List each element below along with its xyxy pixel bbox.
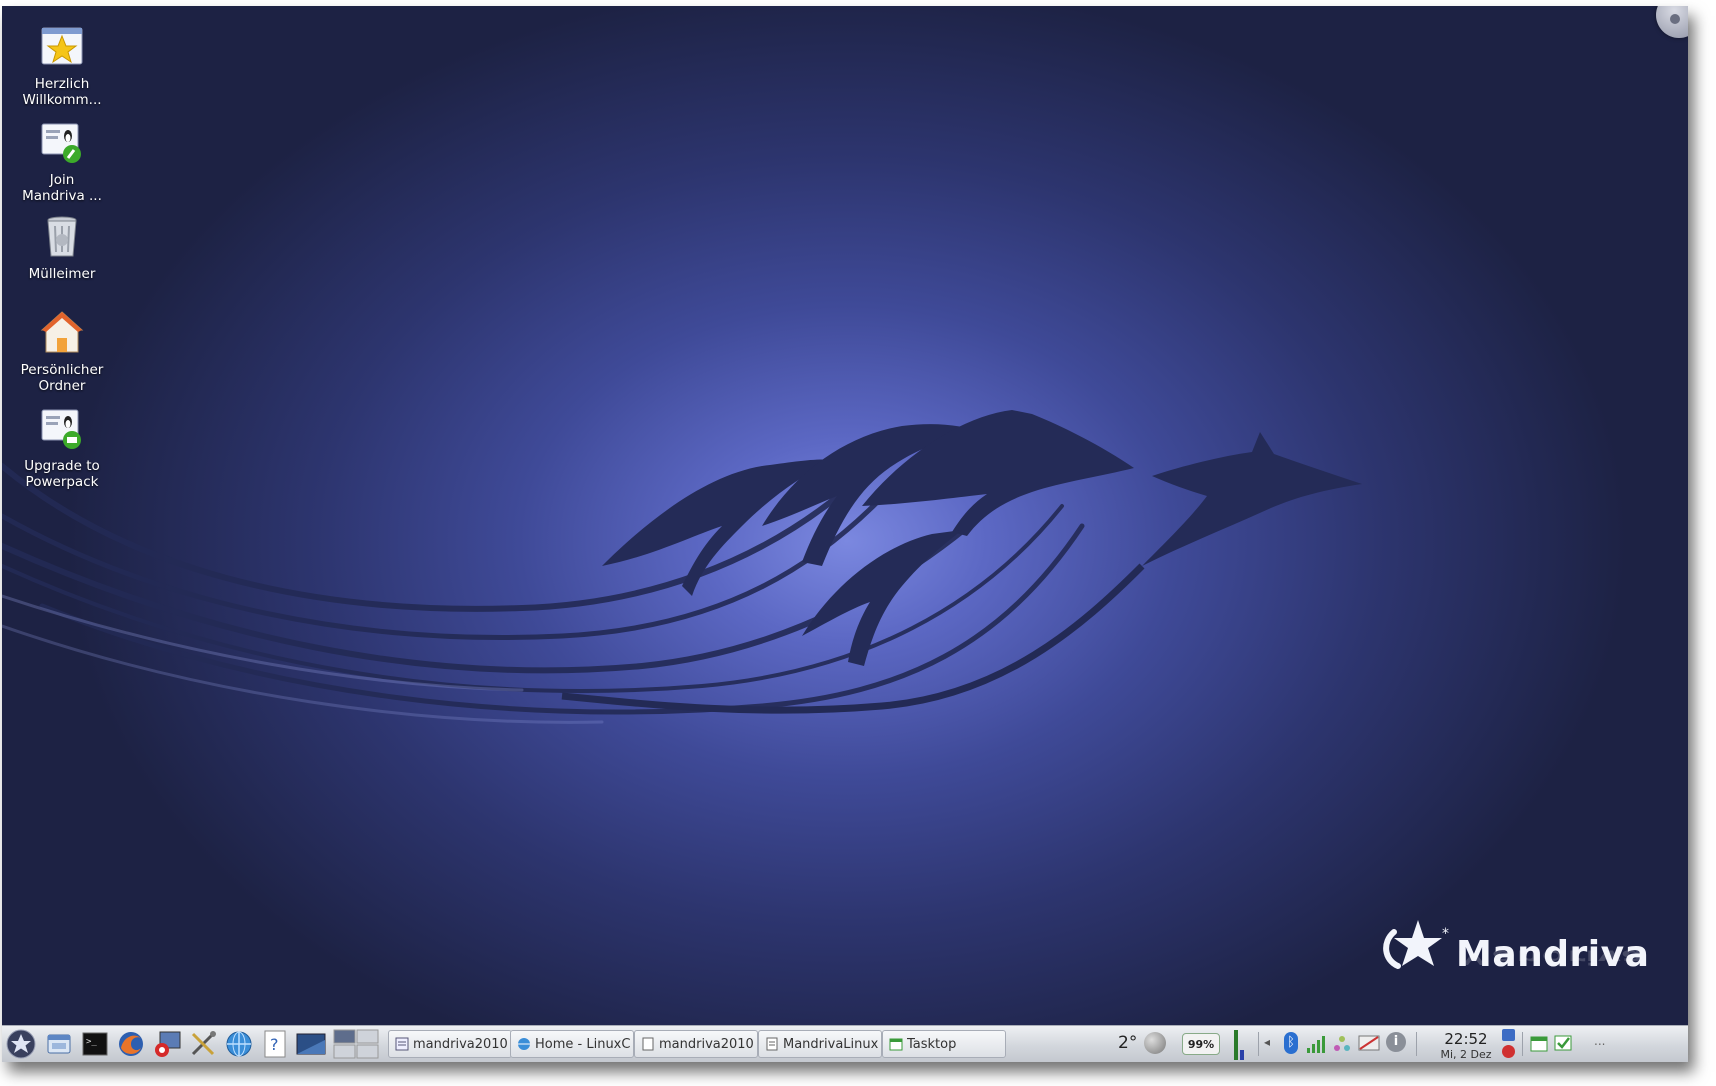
system-config-icon[interactable]	[150, 1029, 184, 1059]
task-label: MandrivaLinux	[783, 1036, 879, 1052]
document-icon	[765, 1037, 779, 1051]
battery-percent: 99%	[1187, 1037, 1215, 1051]
monitor-icon[interactable]	[1358, 1034, 1380, 1054]
update-check-icon[interactable]	[1554, 1034, 1572, 1052]
document-icon	[641, 1037, 655, 1051]
pager-icon[interactable]	[332, 1029, 380, 1059]
desktop-icon-label: Mülleimer	[28, 266, 96, 282]
system-monitor-icon[interactable]	[1232, 1028, 1250, 1060]
task-label: mandriva2010	[413, 1036, 508, 1052]
wallpaper-artwork	[2, 410, 1362, 724]
desktop-icon-home[interactable]: Persönlicher Ordner	[10, 308, 114, 394]
task-button[interactable]: Tasktop	[882, 1030, 1006, 1058]
welcome-star-icon	[38, 22, 86, 70]
calendar-icon	[889, 1037, 903, 1051]
expand-arrow-icon[interactable]: ◂	[1264, 1035, 1270, 1049]
help-icon[interactable]: ?	[258, 1029, 292, 1059]
desktop-preview-icon[interactable]	[294, 1029, 328, 1059]
desktop-icon-label: Herzlich Willkomm...	[22, 76, 102, 108]
lock-screen-icon[interactable]	[1502, 1029, 1515, 1041]
separator	[1258, 1032, 1259, 1056]
clock-time[interactable]: 22:52	[1436, 1030, 1496, 1048]
bluetooth-icon[interactable]: ᛒ	[1284, 1032, 1298, 1054]
svg-text:>_: >_	[86, 1037, 97, 1047]
svg-text:?: ?	[270, 1035, 279, 1054]
tools-icon[interactable]	[186, 1029, 220, 1059]
task-label: mandriva2010	[659, 1036, 754, 1052]
mandriva-logo: * Mandriva Mandriva	[1378, 914, 1649, 994]
document-icon	[395, 1037, 409, 1051]
firefox-icon[interactable]	[114, 1029, 148, 1059]
trash-icon	[38, 212, 86, 260]
task-label: Home - LinuxC	[535, 1036, 631, 1052]
calendar-tray-icon[interactable]	[1530, 1035, 1548, 1053]
start-menu-icon[interactable]	[4, 1029, 38, 1059]
desktop-icon-welcome[interactable]: Herzlich Willkomm...	[10, 22, 114, 108]
desktop-icon-label: Join Mandriva ...	[22, 172, 102, 204]
taskbar: >_ ? mandriva2010 Home - LinuxC mandriva…	[2, 1025, 1688, 1062]
logo-reflection: Mandriva	[1456, 945, 1646, 968]
task-button[interactable]: mandriva2010	[634, 1030, 758, 1058]
join-mandriva-icon	[38, 118, 86, 166]
battery-indicator[interactable]: 99%	[1182, 1033, 1220, 1055]
power-icon[interactable]	[1502, 1045, 1515, 1058]
network-signal-icon[interactable]	[1306, 1034, 1326, 1054]
upgrade-powerpack-icon	[38, 404, 86, 452]
desktop-icon-join-mandriva[interactable]: Join Mandriva ...	[10, 118, 114, 204]
desktop-icon-label: Persönlicher Ordner	[20, 362, 104, 394]
svg-text:*: *	[1442, 926, 1449, 942]
weather-moon-icon	[1144, 1032, 1166, 1054]
more-tray-button[interactable]: ...	[1594, 1034, 1605, 1048]
sharing-icon[interactable]	[1332, 1034, 1352, 1054]
home-folder-icon	[38, 308, 86, 356]
separator	[1416, 1032, 1417, 1056]
task-button[interactable]: mandriva2010	[388, 1030, 512, 1058]
desktop-screen: Herzlich Willkomm... Join Mandriva ... M…	[2, 6, 1688, 1062]
separator	[1522, 1032, 1523, 1056]
weather-temperature[interactable]: 2°	[1118, 1033, 1137, 1053]
browser-icon	[517, 1037, 531, 1051]
mandriva-star-icon: *	[1383, 920, 1449, 969]
task-label: Tasktop	[907, 1036, 957, 1052]
web-browser-icon[interactable]	[222, 1029, 256, 1059]
desktop-icon-upgrade[interactable]: Upgrade to Powerpack	[10, 404, 114, 490]
file-manager-icon[interactable]	[42, 1029, 76, 1059]
task-button[interactable]: MandrivaLinux	[758, 1030, 882, 1058]
desktop-icon-trash[interactable]: Mülleimer	[10, 212, 114, 282]
desktop-icon-label: Upgrade to Powerpack	[24, 458, 100, 490]
clock-date[interactable]: Mi, 2 Dez	[1426, 1048, 1506, 1061]
info-icon[interactable]: i	[1386, 1032, 1406, 1052]
terminal-icon[interactable]: >_	[78, 1029, 112, 1059]
task-button[interactable]: Home - LinuxC	[510, 1030, 634, 1058]
